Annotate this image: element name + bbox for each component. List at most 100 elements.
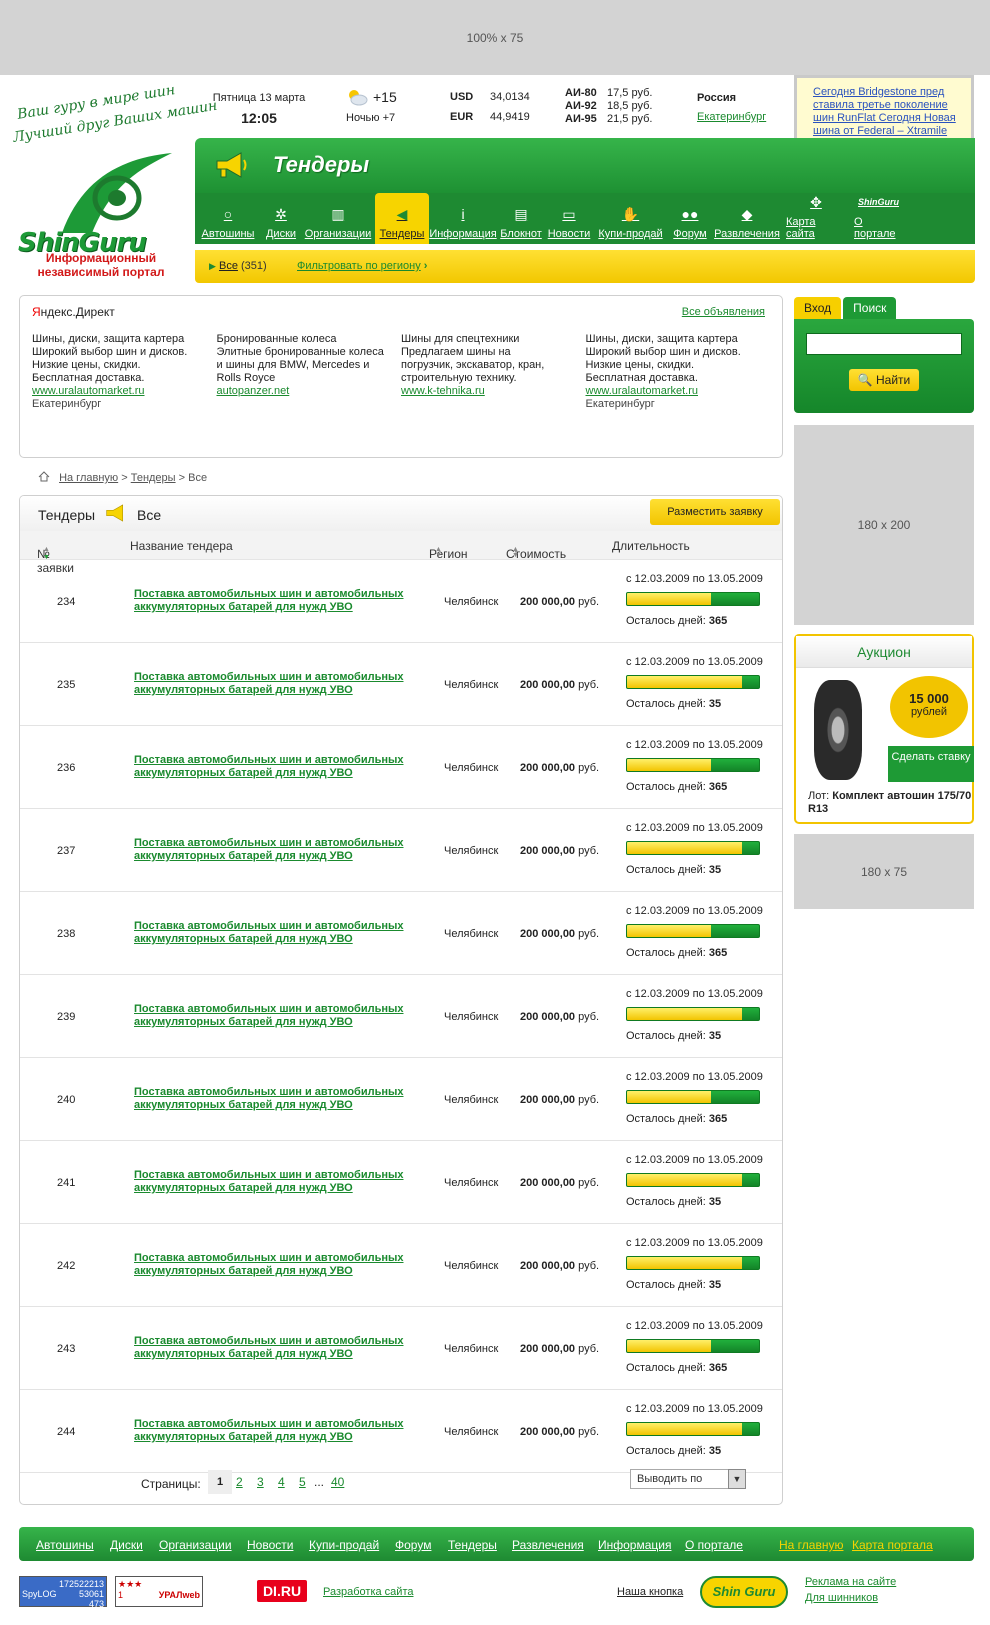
footer-logo[interactable]: Shin Guru bbox=[700, 1576, 788, 1608]
tender-name-link[interactable]: Поставка автомобильных шин и автомобильн… bbox=[134, 1169, 434, 1195]
days-left-label: Осталось дней: bbox=[626, 864, 706, 876]
advertising-link[interactable]: Реклама на сайте bbox=[805, 1576, 896, 1588]
footer-nav-link[interactable]: Развлечения bbox=[512, 1538, 584, 1552]
table-row: 243 Поставка автомобильных шин и автомоби… bbox=[20, 1307, 782, 1390]
tire-dealers-link[interactable]: Для шинников bbox=[805, 1592, 878, 1604]
table-row: 235 Поставка автомобильных шин и автомоби… bbox=[20, 643, 782, 726]
tender-name-link[interactable]: Поставка автомобильных шин и автомобильн… bbox=[134, 837, 434, 863]
footer-nav-link[interactable]: Организации bbox=[159, 1538, 232, 1552]
nav-item-0[interactable]: ○ Автошины bbox=[195, 193, 261, 244]
filter-all-link[interactable]: Все bbox=[219, 260, 238, 272]
spylog-counter[interactable]: 172522213 SpyLOG 53061 473 bbox=[19, 1576, 107, 1609]
our-button-link[interactable]: Наша кнопка bbox=[617, 1586, 683, 1598]
nav-item-9[interactable]: ◆ Развлечения bbox=[712, 193, 782, 244]
nav-item-10[interactable]: ✥ Карта сайта bbox=[782, 193, 850, 244]
post-request-button[interactable]: Разместить заявку bbox=[650, 499, 780, 525]
days-left-value: 365 bbox=[708, 1362, 728, 1374]
ad-url-link[interactable]: autopanzer.net bbox=[217, 385, 402, 398]
duration-progress-bar bbox=[626, 758, 760, 772]
direct-ad: Шины для спецтехники Предлагаем шины на по… bbox=[401, 333, 586, 411]
search-button[interactable]: 🔍 Найти bbox=[849, 369, 919, 391]
nav-item-1[interactable]: ✲ Диски bbox=[261, 193, 301, 244]
tender-name-link[interactable]: Поставка автомобильных шин и автомобильн… bbox=[134, 920, 434, 946]
footer-nav-link[interactable]: Диски bbox=[110, 1538, 143, 1552]
filter-all[interactable]: ▶ Все (351) bbox=[209, 260, 267, 272]
nav-item-8[interactable]: ●● Форум bbox=[668, 193, 712, 244]
header-city-link[interactable]: Екатеринбург bbox=[697, 111, 766, 123]
all-ads-link[interactable]: Все объявления bbox=[682, 306, 765, 319]
nav-icon: ▭ bbox=[562, 206, 576, 222]
tender-name-link[interactable]: Поставка автомобильных шин и автомобильн… bbox=[134, 1086, 434, 1112]
pager-page[interactable]: 5 bbox=[299, 1475, 306, 1489]
pager-page[interactable]: 3 bbox=[257, 1475, 264, 1489]
footer-nav-link[interactable]: Тендеры bbox=[448, 1538, 497, 1552]
tab-login[interactable]: Вход bbox=[794, 297, 842, 319]
counter-online: 473 bbox=[88, 1599, 104, 1609]
footer-nav-link[interactable]: Купи-продай bbox=[309, 1538, 379, 1552]
breadcrumb-home[interactable]: На главную bbox=[59, 472, 118, 484]
nav-icon: ▤ bbox=[514, 206, 528, 222]
tender-region: Челябинск bbox=[444, 1177, 499, 1189]
footer-nav-link[interactable]: Новости bbox=[247, 1538, 293, 1552]
tender-name-link[interactable]: Поставка автомобильных шин и автомобильн… bbox=[134, 1252, 434, 1278]
cost-value: 200 000,00 bbox=[520, 1094, 576, 1106]
tender-name-link[interactable]: Поставка автомобильных шин и автомобильн… bbox=[134, 1335, 434, 1361]
nav-item-11[interactable]: ShinGuru О портале bbox=[850, 193, 907, 244]
dev-link[interactable]: Разработка сайта bbox=[323, 1586, 413, 1598]
filter-by-region[interactable]: Фильтровать по региону › bbox=[297, 260, 427, 272]
days-left-value: 365 bbox=[708, 615, 728, 627]
header-date: Пятница 13 марта bbox=[212, 92, 306, 104]
auction-currency: рублей bbox=[910, 706, 948, 718]
auction-title: Аукцион bbox=[796, 636, 972, 668]
table-row: 236 Поставка автомобильных шин и автомоби… bbox=[20, 726, 782, 809]
cost-currency: руб. bbox=[578, 596, 600, 608]
days-left: Осталось дней: 35 bbox=[626, 1279, 721, 1291]
direct-ad: Бронированные колеса Элитные бронированны… bbox=[217, 333, 402, 411]
sort-icon[interactable]: ▲ ▼ bbox=[512, 546, 522, 559]
tender-name-link[interactable]: Поставка автомобильных шин и автомобильн… bbox=[134, 1003, 434, 1029]
diru-logo[interactable]: DI.RU bbox=[257, 1580, 307, 1602]
footer-map-link[interactable]: Карта портала bbox=[852, 1538, 933, 1552]
pager-current: 1 bbox=[208, 1470, 232, 1494]
nav-item-7[interactable]: ✋ Купи-продай bbox=[593, 193, 668, 244]
tender-number: 244 bbox=[57, 1426, 76, 1438]
nav-item-5[interactable]: ▤ Блокнот bbox=[497, 193, 545, 244]
tab-search[interactable]: Поиск bbox=[843, 297, 897, 319]
ad-placeholder-180x75: 180 x 75 bbox=[794, 834, 974, 909]
progress-fill bbox=[627, 1008, 742, 1020]
sort-icon[interactable]: ▲ ▼ bbox=[435, 546, 445, 559]
nav-item-2[interactable]: ▥ Организации bbox=[301, 193, 375, 244]
footer-nav-link[interactable]: Информация bbox=[598, 1538, 671, 1552]
ad-url-link[interactable]: www.k-tehnika.ru bbox=[401, 385, 586, 398]
footer-home-link[interactable]: На главную bbox=[779, 1538, 843, 1552]
tender-name-link[interactable]: Поставка автомобильных шин и автомобильн… bbox=[134, 588, 434, 614]
uralweb-counter[interactable]: ★★★ 1 УРАЛweb bbox=[115, 1576, 203, 1607]
pager-page[interactable]: 4 bbox=[278, 1475, 285, 1489]
pager-page[interactable]: 2 bbox=[236, 1475, 243, 1489]
nav-item-4[interactable]: i Информация bbox=[429, 193, 497, 244]
breadcrumb-tenders[interactable]: Тендеры bbox=[131, 472, 176, 484]
megaphone-icon bbox=[106, 504, 123, 522]
tender-name-link[interactable]: Поставка автомобильных шин и автомобильн… bbox=[134, 671, 434, 697]
nav-label: Организации bbox=[304, 228, 372, 240]
filter-by-region-link[interactable]: Фильтровать по региону bbox=[297, 260, 421, 272]
place-bid-button[interactable]: Сделать ставку bbox=[888, 746, 974, 782]
sort-icon[interactable]: ▲ ▼ bbox=[43, 546, 53, 561]
tender-name-link[interactable]: Поставка автомобильных шин и автомобильн… bbox=[134, 754, 434, 780]
site-logo[interactable]: Ваш гуру в мире шин Лучший друг Ваших ма… bbox=[12, 82, 218, 283]
logo-subtitle-line2: независимый портал bbox=[37, 265, 165, 279]
tender-name-link[interactable]: Поставка автомобильных шин и автомобильн… bbox=[134, 1418, 434, 1444]
footer-nav-link[interactable]: Форум bbox=[395, 1538, 431, 1552]
tire-image[interactable] bbox=[814, 680, 862, 780]
chevron-down-icon[interactable]: ▼ bbox=[728, 1469, 746, 1489]
per-page-select[interactable]: Выводить по ▼ bbox=[630, 1469, 746, 1489]
pager-last[interactable]: 40 bbox=[331, 1475, 344, 1489]
nav-item-3[interactable]: ◀ Тендеры bbox=[375, 193, 429, 244]
ad-url-link[interactable]: www.uralautomarket.ru bbox=[32, 385, 217, 398]
currency-code: USD bbox=[450, 91, 474, 103]
footer-nav-link[interactable]: О портале bbox=[685, 1538, 743, 1552]
footer-nav-link[interactable]: Автошины bbox=[36, 1538, 94, 1552]
ad-url-link[interactable]: www.uralautomarket.ru bbox=[586, 385, 771, 398]
search-input[interactable] bbox=[806, 333, 962, 355]
nav-item-6[interactable]: ▭ Новости bbox=[545, 193, 593, 244]
